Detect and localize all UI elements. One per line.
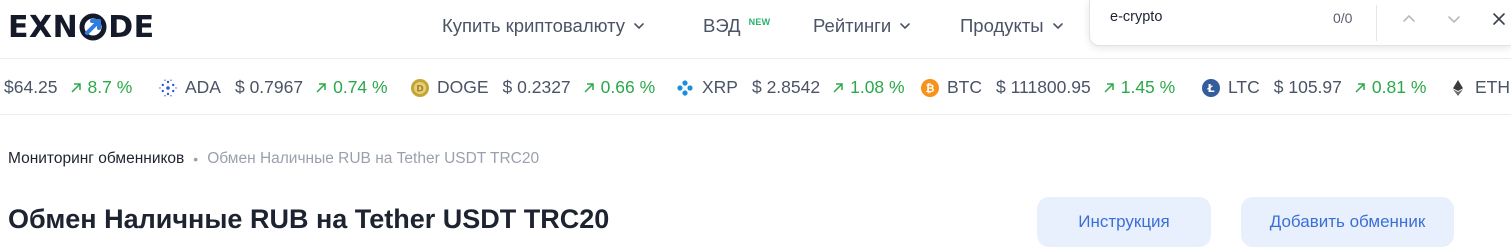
nav-ved-label: ВЭД — [703, 15, 741, 36]
logo-o-icon — [79, 13, 107, 41]
doge-icon: D — [411, 78, 429, 97]
ticker-item-btc[interactable]: ₿ BTC $ 111800.95 1.45 % — [921, 77, 1175, 98]
breadcrumb-current: Обмен Наличные RUB на Tether USDT TRC20 — [207, 150, 540, 167]
ticker-change-value: 0.81 % — [1371, 77, 1427, 97]
ticker-item-doge[interactable]: D DOGE $ 0.2327 0.66 % — [411, 77, 655, 98]
ticker-price: $ 2.8542 — [751, 77, 821, 97]
eth-icon — [1453, 79, 1463, 96]
find-match-count: 0/0 — [1333, 10, 1353, 26]
nav-products-label: Продукты — [960, 15, 1044, 36]
svg-text:D: D — [416, 84, 423, 94]
logo-text-start: EXN — [8, 9, 79, 45]
ticker-change-value: 0.66 % — [600, 77, 656, 97]
chevron-down-icon — [634, 23, 644, 30]
ticker-symbol: BTC — [947, 77, 982, 97]
ticker-item-eth[interactable]: ETH — [1449, 77, 1510, 98]
chevron-down-icon — [900, 23, 911, 30]
instruction-button[interactable]: Инструкция — [1037, 197, 1211, 247]
ticker-change-value: 0.74 % — [333, 77, 388, 97]
nav-ratings[interactable]: Рейтинги — [813, 15, 911, 37]
ticker-change: 0.74 % — [315, 77, 388, 98]
ticker-price: $ 111800.95 — [996, 77, 1091, 97]
arrow-up-right-icon — [1104, 82, 1114, 93]
breadcrumb-separator: • — [193, 151, 199, 167]
nav-ved[interactable]: ВЭД NEW — [703, 15, 770, 37]
ticker-price: $ 0.7967 — [234, 77, 304, 97]
ticker-price: $64.25 — [4, 77, 58, 97]
ticker-change-value: 1.45 % — [1120, 77, 1176, 97]
arrow-up-right-icon — [833, 82, 843, 93]
ticker-price: $ 0.2327 — [502, 77, 571, 97]
chevron-down-icon — [1052, 23, 1063, 30]
ticker-change: 8.7 % — [70, 77, 133, 98]
ticker-symbol: XRP — [702, 77, 738, 97]
close-icon[interactable] — [1490, 10, 1508, 28]
chevron-up-icon[interactable] — [1400, 10, 1418, 28]
arrow-up-right-icon — [316, 82, 326, 93]
page-title: Обмен Наличные RUB на Tether USDT TRC20 — [8, 204, 610, 234]
ticker-symbol: ETH — [1475, 77, 1510, 97]
nav-buy-crypto[interactable]: Купить криптовалюту — [442, 15, 645, 37]
ticker-change: 1.08 % — [832, 77, 905, 98]
crypto-ticker: $64.25 8.7 % ADA $ 0.7967 0.74 % D DOGE … — [0, 60, 1511, 115]
ticker-price: $ 105.97 — [1273, 77, 1342, 97]
logo[interactable]: EXN DE — [8, 9, 155, 45]
ticker-item-xrp[interactable]: XRP $ 2.8542 1.08 % — [676, 77, 905, 98]
ticker-change: 0.66 % — [583, 77, 655, 98]
arrow-up-right-icon — [584, 82, 594, 93]
nav-products[interactable]: Продукты — [960, 15, 1064, 37]
xrp-icon — [677, 79, 693, 96]
ticker-item-ltc[interactable]: Ł LTC $ 105.97 0.81 % — [1202, 77, 1426, 98]
nav-buy-crypto-label: Купить криптовалюту — [442, 15, 626, 36]
svg-text:Ł: Ł — [1206, 82, 1214, 95]
ticker-change: 0.81 % — [1354, 77, 1426, 98]
ticker-change-value: 1.08 % — [850, 77, 905, 97]
arrow-up-right-icon — [1355, 82, 1365, 93]
ada-icon — [159, 79, 177, 96]
ticker-symbol: LTC — [1228, 77, 1260, 97]
ticker-item-ada[interactable]: ADA $ 0.7967 0.74 % — [159, 77, 388, 98]
breadcrumb: Мониторинг обменников • Обмен Наличные R… — [8, 150, 539, 168]
ltc-icon: Ł — [1202, 78, 1220, 97]
add-exchanger-button[interactable]: Добавить обменник — [1241, 197, 1454, 247]
ticker-change-value: 8.7 % — [87, 77, 133, 97]
ticker-item-partial[interactable]: $64.25 8.7 % — [0, 77, 132, 98]
arrow-up-right-icon — [71, 82, 81, 93]
ticker-symbol: ADA — [185, 77, 221, 97]
chevron-down-icon[interactable] — [1445, 10, 1463, 28]
breadcrumb-monitoring-link[interactable]: Мониторинг обменников — [8, 150, 184, 168]
svg-text:₿: ₿ — [926, 82, 935, 95]
ticker-change: 1.45 % — [1103, 77, 1175, 98]
logo-text-end: DE — [108, 9, 155, 45]
nav-ratings-label: Рейтинги — [813, 15, 892, 36]
ticker-symbol: DOGE — [437, 77, 489, 97]
new-badge: NEW — [748, 17, 771, 27]
find-input[interactable] — [1110, 9, 1310, 25]
find-divider — [1376, 5, 1377, 41]
btc-icon: ₿ — [921, 78, 939, 97]
